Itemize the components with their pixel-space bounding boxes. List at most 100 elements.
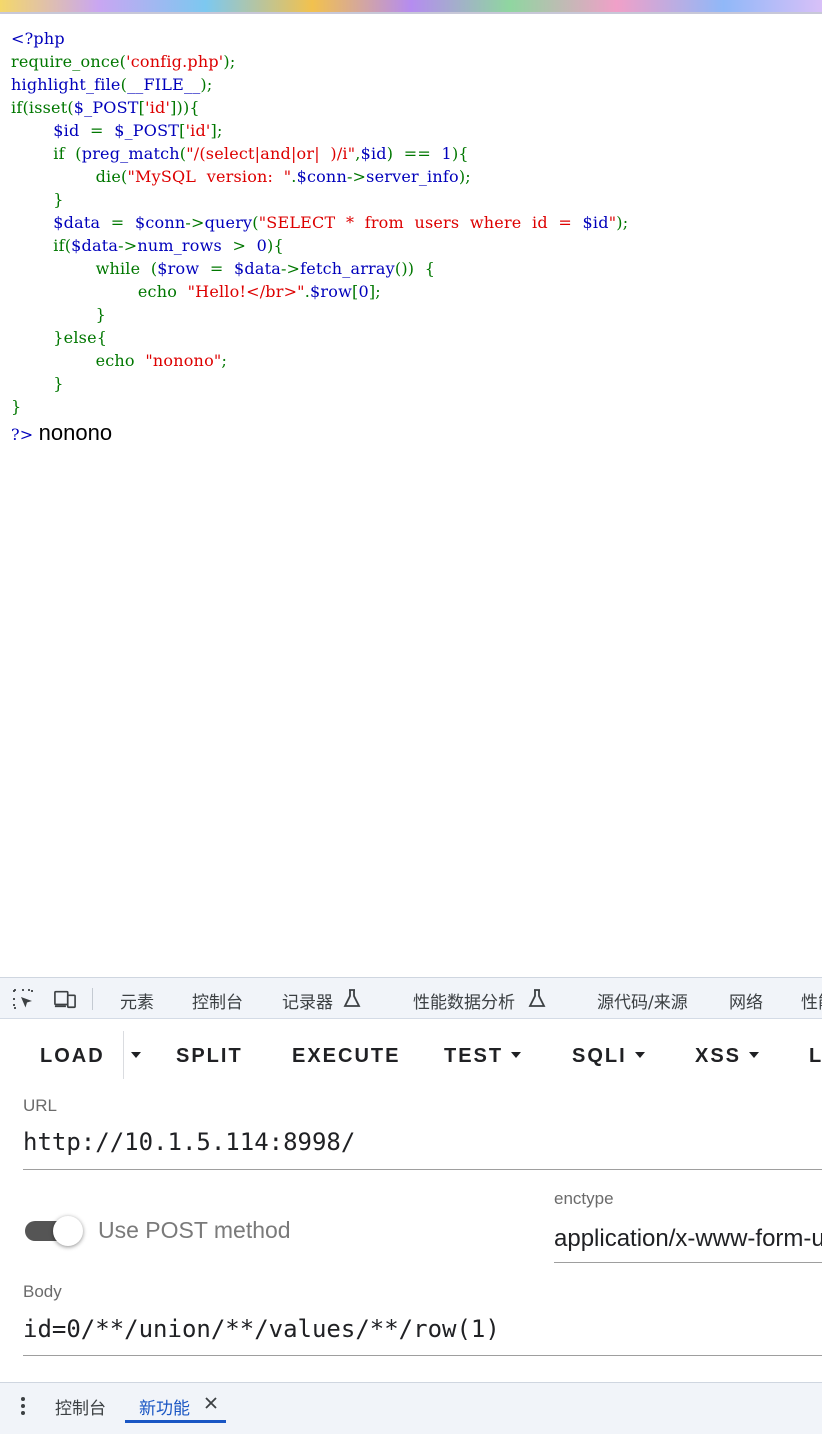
tab-performance[interactable]: 性能 [801,988,822,1013]
code-token: -> [346,167,367,186]
post-method-label: Use POST method [98,1217,291,1243]
execute-button[interactable]: EXECUTE [292,1045,400,1068]
drawer-tab-console[interactable]: 控制台 [55,1394,106,1419]
devtools-drawer: 控制台 新功能 [0,1382,822,1434]
code-token: $id [582,213,609,232]
code-token: = [105,213,130,232]
code-token: "MySQL version: " [127,167,292,186]
sqli-menu-button[interactable]: SQLI [572,1045,645,1068]
code-token: } [11,397,22,416]
php-source-code: <?php require_once('config.php'); highligh… [11,27,822,448]
code-token: -> [118,236,138,255]
code-token: "Hello!</br>" [187,282,305,301]
code-token: $data [71,236,119,255]
tab-performance-insights[interactable]: 性能数据分析 [413,988,546,1013]
test-label: TEST [444,1045,504,1067]
drawer-tab-whats-new[interactable]: 新功能 [139,1394,190,1419]
split-button[interactable]: SPLIT [176,1045,243,1068]
code-line: highlight_file(__FILE__); [11,73,822,96]
post-method-toggle[interactable] [25,1216,83,1246]
page-banner-strip [0,0,822,14]
code-token: 'id' [145,98,171,117]
code-line: if($data->num_rows > 0){ [11,234,822,257]
tab-sources[interactable]: 源代码/来源 [597,988,688,1013]
code-token: -> [280,259,301,278]
url-input[interactable]: http://10.1.5.114:8998/ [23,1128,355,1156]
more-vertical-icon[interactable] [16,1395,30,1417]
load-split-divider [123,1031,124,1079]
load-dropdown-caret[interactable] [131,1045,141,1068]
code-token: query [204,213,253,232]
code-token: 'config.php' [126,52,224,71]
code-token: echo [11,351,146,370]
tab-network[interactable]: 网络 [729,988,763,1013]
code-line: } [11,303,822,326]
code-token: $id [360,144,387,163]
code-token: if( [11,236,72,255]
code-line: }else{ [11,326,822,349]
inspect-element-icon[interactable] [12,988,34,1010]
active-tab-indicator [125,1420,226,1423]
code-token: die( [11,167,128,186]
code-token: while ( [11,259,158,278]
body-underline [23,1355,822,1356]
code-line: echo "nonono"; [11,349,822,372]
body-input[interactable]: id=0/**/union/**/values/**/row(1) [23,1315,500,1343]
code-token: "nonono" [145,351,222,370]
code-token: <?php [11,29,65,48]
xss-menu-button[interactable]: XSS [695,1045,760,1068]
code-token: 1 [441,144,452,163]
device-toggle-icon[interactable] [54,988,76,1010]
tab-recorder[interactable]: 记录器 [282,988,361,1013]
code-token: ])){ [170,98,200,117]
code-line: } [11,372,822,395]
enctype-value: application/x-www-form-urlencoded [554,1225,822,1252]
code-token: }else{ [11,328,108,347]
code-token: ]; [368,282,381,301]
code-token: > [227,236,257,255]
code-token: server_info [366,167,459,186]
code-token: ) == [386,144,442,163]
toggle-knob [53,1216,83,1246]
code-line: require_once('config.php'); [11,50,822,73]
tab-elements[interactable]: 元素 [120,988,154,1013]
close-icon[interactable] [204,1396,218,1410]
code-token: 0 [358,282,369,301]
code-token: $data [228,259,281,278]
load-button[interactable]: LOAD [40,1045,105,1068]
toolbar-divider [92,988,93,1010]
tab-performance-insights-label: 性能数据分析 [413,993,515,1013]
code-token: ); [200,75,213,94]
code-token: "SELECT * from users where id = [258,213,583,232]
experiment-flask-icon [528,989,546,1007]
php-close-tag: ?> [11,425,39,444]
code-token: echo [11,282,188,301]
url-label: URL [23,1096,58,1115]
code-token: ); [616,213,629,232]
devtools-tabbar: 元素 控制台 记录器 性能数据分析 源代码/来源 网络 性能 [0,977,822,1019]
code-line: <?php [11,27,822,50]
code-token: $_POST [108,121,180,140]
code-token: 0 [256,236,268,255]
code-line: } [11,395,822,418]
code-line: echo "Hello!</br>".$row[0]; [11,280,822,303]
code-token: } [11,305,106,324]
code-token: require_once( [11,52,127,71]
code-token: ; [221,351,228,370]
code-token: $conn [296,167,347,186]
body-label: Body [23,1282,62,1301]
code-token: $row [157,259,205,278]
code-line: die("MySQL version: ".$conn->server_info… [11,165,822,188]
test-menu-button[interactable]: TEST [444,1045,522,1068]
code-token: $data [53,213,106,232]
code-token: = [204,259,229,278]
enctype-select[interactable]: application/x-www-form-urlencoded [554,1225,822,1255]
lfi-menu-button[interactable]: L [809,1045,822,1068]
code-token: 'id' [185,121,211,140]
tab-console[interactable]: 控制台 [192,988,243,1013]
sqli-label: SQLI [572,1045,627,1067]
code-token: ){ [451,144,469,163]
code-token: $_POST [73,98,139,117]
code-token: } [11,190,64,209]
